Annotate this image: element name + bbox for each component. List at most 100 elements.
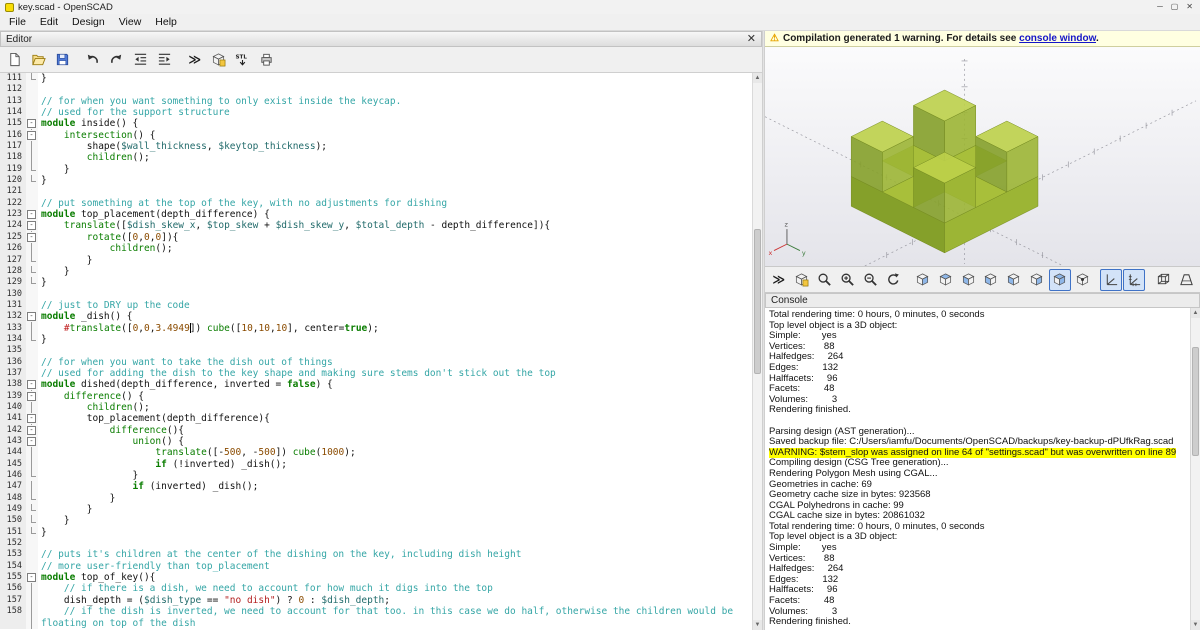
code-text[interactable]: module inside() { <box>38 118 752 129</box>
fold-marker[interactable] <box>26 560 38 573</box>
fold-collapse-icon[interactable]: - <box>27 391 36 401</box>
code-text[interactable]: } <box>38 164 752 175</box>
code-text[interactable]: } <box>38 527 752 538</box>
export-stl-button[interactable]: STL <box>231 49 253 71</box>
menu-view[interactable]: View <box>112 14 149 30</box>
fold-marker[interactable] <box>26 583 38 596</box>
maximize-button[interactable]: ▢ <box>1171 2 1179 12</box>
code-text[interactable]: top_placement(depth_difference){ <box>38 413 752 424</box>
fold-marker[interactable] <box>26 526 38 539</box>
view-back-button[interactable] <box>1026 269 1048 291</box>
code-text[interactable] <box>38 538 752 549</box>
code-text[interactable]: } <box>38 493 752 504</box>
fold-marker[interactable] <box>26 197 38 210</box>
fold-marker[interactable] <box>26 356 38 368</box>
fold-collapse-icon[interactable]: - <box>27 414 36 424</box>
fold-marker[interactable] <box>26 401 38 414</box>
code-text[interactable]: children(); <box>38 243 752 254</box>
fold-collapse-icon[interactable]: - <box>27 573 36 583</box>
close-button[interactable]: ✕ <box>1186 2 1193 12</box>
fold-marker[interactable]: - <box>26 436 38 448</box>
code-text[interactable]: translate([$dish_skew_x, $top_skew + $di… <box>38 220 752 231</box>
fold-collapse-icon[interactable]: - <box>27 130 36 140</box>
fold-collapse-icon[interactable]: - <box>27 210 36 220</box>
fold-marker[interactable]: - <box>26 390 38 403</box>
code-text[interactable]: // used for adding the dish to the key s… <box>38 368 752 379</box>
zoom-out-button[interactable] <box>860 269 882 291</box>
toggle-orthogonal-button[interactable] <box>1152 269 1174 291</box>
code-text[interactable]: if (inverted) _dish(); <box>38 481 752 492</box>
editor-close-button[interactable]: ✕ <box>747 34 756 45</box>
code-text[interactable]: } <box>38 175 752 186</box>
fold-marker[interactable] <box>26 186 38 198</box>
fold-marker[interactable] <box>26 84 38 96</box>
send-to-printer-button[interactable] <box>255 49 277 71</box>
fold-collapse-icon[interactable]: - <box>27 232 36 242</box>
fold-marker[interactable] <box>26 288 38 300</box>
menu-edit[interactable]: Edit <box>33 14 65 30</box>
console-scrollbar[interactable]: ▲ ▼ <box>1190 308 1200 630</box>
code-text[interactable]: // if there is a dish, we need to accoun… <box>38 583 752 594</box>
code-text[interactable]: if (!inverted) _dish(); <box>38 459 752 470</box>
fold-marker[interactable] <box>26 107 38 119</box>
code-text[interactable]: // for when you want to take the dish ou… <box>38 357 752 368</box>
code-text[interactable]: } <box>38 73 752 84</box>
editor-scrollbar[interactable]: ▲ ▼ <box>752 73 762 630</box>
fold-collapse-icon[interactable]: - <box>27 221 36 231</box>
fold-marker[interactable] <box>26 367 38 380</box>
code-text[interactable]: } <box>38 470 752 481</box>
fold-marker[interactable] <box>26 606 38 629</box>
code-text[interactable]: } <box>38 334 752 345</box>
fold-marker[interactable]: - <box>26 379 38 391</box>
scroll-up-icon[interactable]: ▲ <box>753 73 762 83</box>
fold-marker[interactable] <box>26 175 38 187</box>
view-right-button[interactable] <box>911 269 933 291</box>
fold-marker[interactable] <box>26 299 38 312</box>
save-button[interactable] <box>51 49 73 71</box>
fold-marker[interactable] <box>26 73 38 85</box>
fold-marker[interactable] <box>26 504 38 516</box>
render-button[interactable] <box>207 49 229 71</box>
editor-scroll-thumb[interactable] <box>754 228 761 374</box>
toggle-axes-button[interactable] <box>1100 268 1123 291</box>
fold-marker[interactable] <box>26 447 38 460</box>
menu-help[interactable]: Help <box>148 14 184 30</box>
toggle-perspective-button[interactable] <box>1175 269 1197 291</box>
console-output[interactable]: Total rendering time: 0 hours, 0 minutes… <box>765 308 1200 630</box>
fold-marker[interactable] <box>26 458 38 471</box>
fold-marker[interactable] <box>26 515 38 527</box>
fold-collapse-icon[interactable]: - <box>27 437 36 446</box>
code-text[interactable]: module top_placement(depth_difference) { <box>38 209 752 220</box>
fold-collapse-icon[interactable]: - <box>27 380 36 390</box>
fold-marker[interactable]: - <box>26 118 38 131</box>
indent-button[interactable] <box>153 49 175 71</box>
redo-button[interactable] <box>105 49 127 71</box>
code-text[interactable]: // just to DRY up the code <box>38 300 752 311</box>
code-text[interactable]: #translate([0,0,3.4949]) cube([10,10,10]… <box>38 323 752 334</box>
code-text[interactable]: rotate([0,0,0]){ <box>38 232 752 243</box>
undo-button[interactable] <box>81 49 103 71</box>
zoom-all-button[interactable] <box>814 269 836 291</box>
fold-marker[interactable]: - <box>26 129 38 142</box>
unindent-button[interactable] <box>129 49 151 71</box>
fold-marker[interactable] <box>26 152 38 165</box>
preview-button[interactable]: ≫ <box>768 269 790 291</box>
code-text[interactable]: // if the dish is inverted, we need to a… <box>38 606 752 629</box>
fold-marker[interactable]: - <box>26 413 38 426</box>
fold-marker[interactable]: - <box>26 311 38 323</box>
fold-marker[interactable] <box>26 492 38 505</box>
fold-marker[interactable] <box>26 163 38 176</box>
console-scroll-thumb[interactable] <box>1192 346 1199 457</box>
viewport-3d[interactable]: z x y <box>765 47 1200 267</box>
code-text[interactable] <box>38 345 752 356</box>
scroll-down-icon[interactable]: ▼ <box>1191 620 1200 630</box>
fold-marker[interactable] <box>26 470 38 482</box>
menu-design[interactable]: Design <box>65 14 112 30</box>
view-front-button[interactable] <box>1003 269 1025 291</box>
fold-marker[interactable] <box>26 481 38 494</box>
code-text[interactable]: module _dish() { <box>38 311 752 322</box>
code-text[interactable]: } <box>38 515 752 526</box>
fold-collapse-icon[interactable]: - <box>27 425 36 435</box>
fold-marker[interactable] <box>26 95 38 108</box>
fold-marker[interactable]: - <box>26 231 38 244</box>
